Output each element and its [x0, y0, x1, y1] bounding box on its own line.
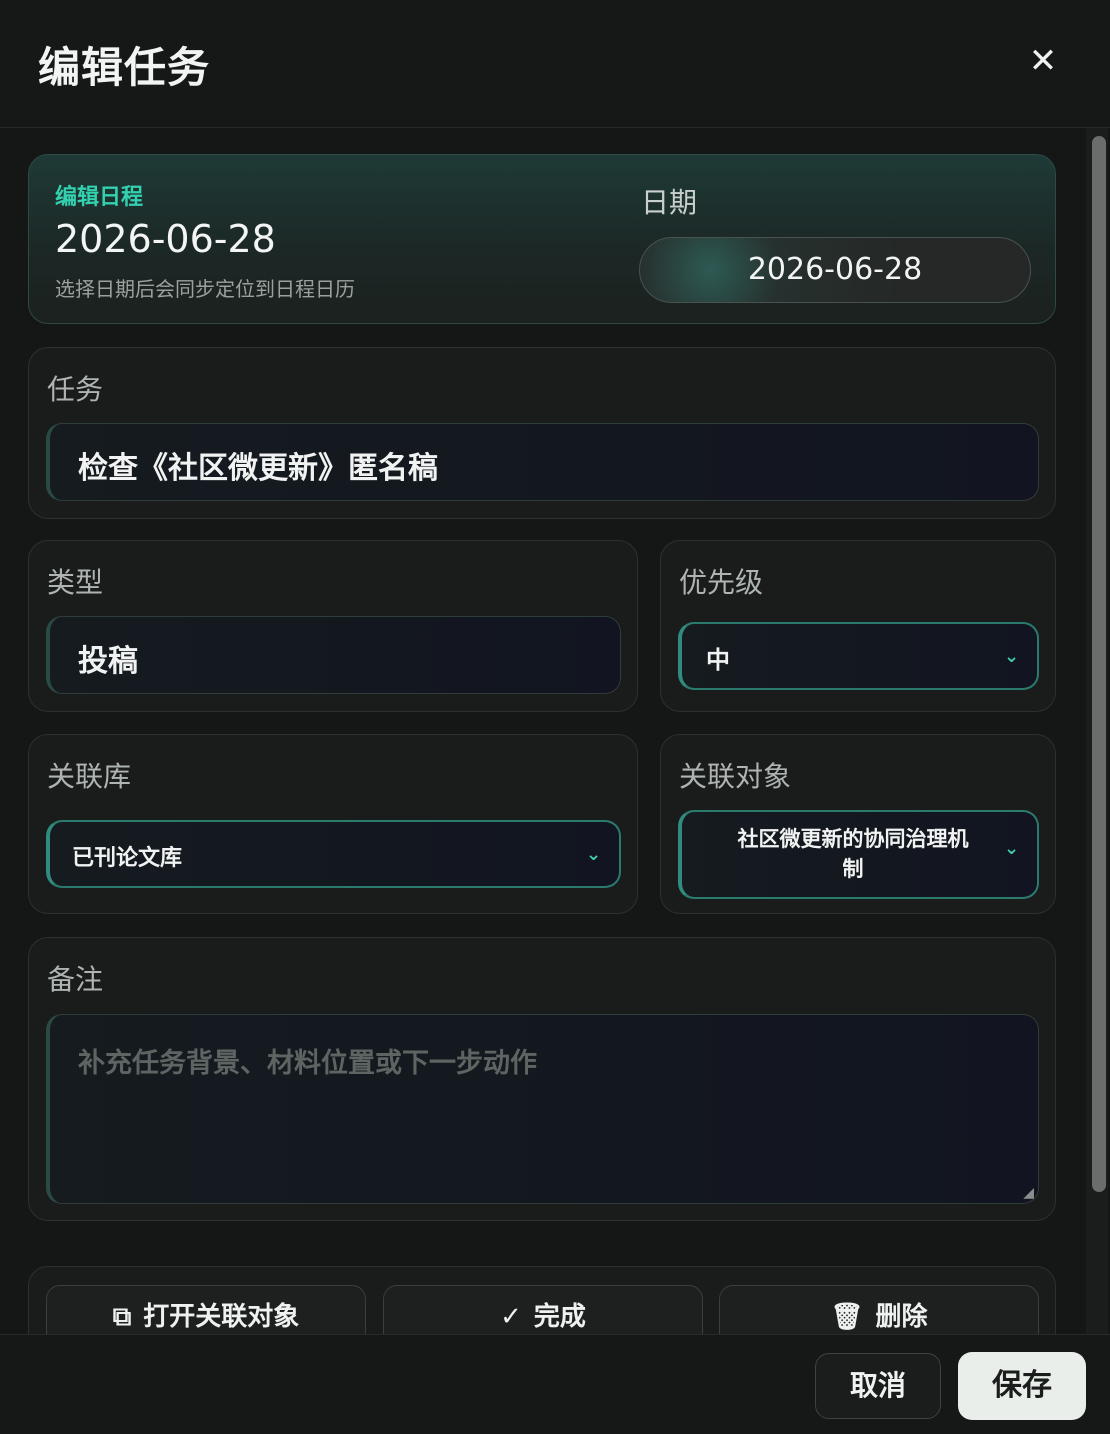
notes-placeholder: 补充任务背景、材料位置或下一步动作 [78, 1048, 537, 1079]
date-picker[interactable]: 2026-06-28 [639, 237, 1031, 303]
library-label: 关联库 [47, 760, 132, 793]
library-card: 关联库 已刊论文库 ⌄ [28, 734, 638, 914]
schedule-current-date: 2026-06-28 [55, 217, 276, 261]
delete-label: 删除 [875, 1302, 928, 1332]
type-input-value: 投稿 [78, 644, 138, 679]
delete-button[interactable]: 🗑 删除 [719, 1285, 1039, 1334]
type-card: 类型 投稿 [28, 540, 638, 712]
done-button[interactable]: ✓ 完成 [383, 1285, 703, 1334]
target-value-line2: 制 [842, 857, 864, 881]
notes-label: 备注 [47, 963, 104, 996]
task-input[interactable]: 检查《社区微更新》匿名稿 [46, 423, 1039, 501]
done-label: 完成 [533, 1302, 586, 1332]
check-icon: ✓ [500, 1302, 522, 1332]
scrollbar-thumb[interactable] [1092, 136, 1106, 1192]
save-button[interactable]: 保存 [958, 1352, 1086, 1420]
type-input[interactable]: 投稿 [46, 616, 621, 694]
library-select[interactable]: 已刊论文库 ⌄ [46, 820, 621, 888]
open-target-button[interactable]: ⧉ 打开关联对象 [46, 1285, 366, 1334]
target-select-value: 社区微更新的协同治理机 制 [708, 824, 998, 884]
task-input-value: 检查《社区微更新》匿名稿 [78, 451, 438, 486]
schedule-hint: 选择日期后会同步定位到日程日历 [55, 277, 355, 301]
open-target-label: 打开关联对象 [143, 1302, 300, 1332]
target-select[interactable]: 社区微更新的协同治理机 制 ⌄ [678, 810, 1039, 899]
dialog-title: 编辑任务 [38, 43, 211, 92]
cancel-button[interactable]: 取消 [815, 1353, 941, 1419]
library-select-value: 已刊论文库 [72, 846, 183, 871]
trash-icon: 🗑 [830, 1302, 864, 1332]
dialog-body: 编辑日程 2026-06-28 选择日期后会同步定位到日程日历 日期 2026-… [0, 128, 1110, 1334]
chevron-down-icon: ⌄ [1004, 646, 1020, 667]
priority-label: 优先级 [679, 566, 764, 599]
target-card: 关联对象 社区微更新的协同治理机 制 ⌄ [660, 734, 1056, 914]
notes-card: 备注 补充任务背景、材料位置或下一步动作 ◢ [28, 937, 1056, 1221]
schedule-card: 编辑日程 2026-06-28 选择日期后会同步定位到日程日历 日期 2026-… [28, 154, 1056, 324]
target-label: 关联对象 [679, 760, 792, 793]
chevron-down-icon: ⌄ [1004, 838, 1020, 859]
chevron-down-icon: ⌄ [586, 844, 602, 865]
date-label: 日期 [641, 186, 698, 219]
priority-select[interactable]: 中 ⌄ [678, 622, 1039, 690]
priority-select-value: 中 [706, 646, 730, 674]
actions-card: ⧉ 打开关联对象 ✓ 完成 🗑 删除 [28, 1266, 1056, 1334]
dialog-header: 编辑任务 ✕ [0, 0, 1110, 128]
external-link-icon: ⧉ [112, 1302, 132, 1332]
close-icon[interactable]: ✕ [1020, 40, 1066, 82]
resize-handle-icon[interactable]: ◢ [1023, 1185, 1034, 1201]
notes-textarea[interactable]: 补充任务背景、材料位置或下一步动作 ◢ [46, 1014, 1039, 1204]
type-label: 类型 [47, 566, 104, 599]
task-card: 任务 检查《社区微更新》匿名稿 [28, 347, 1056, 519]
priority-card: 优先级 中 ⌄ [660, 540, 1056, 712]
target-value-line1: 社区微更新的协同治理机 [737, 827, 969, 851]
task-label: 任务 [47, 373, 104, 406]
date-picker-value: 2026-06-28 [747, 252, 923, 287]
dialog-footer: 取消 保存 [0, 1334, 1110, 1434]
schedule-kicker: 编辑日程 [55, 185, 144, 210]
